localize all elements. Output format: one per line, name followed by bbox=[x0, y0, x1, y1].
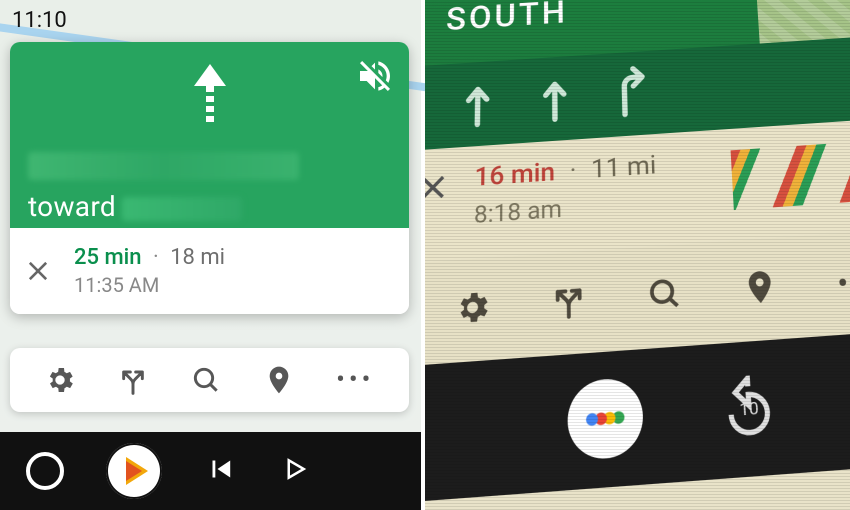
lane-straight-icon bbox=[533, 65, 577, 125]
pin-icon[interactable] bbox=[741, 267, 781, 312]
eta-arrival: 11:35 AM bbox=[74, 272, 225, 299]
pin-icon[interactable] bbox=[263, 364, 295, 396]
phone-panel: 11:10 toward 25 min · 18 mi 11:35 AM bbox=[0, 0, 425, 510]
replay-10-button[interactable]: 10 bbox=[716, 373, 782, 443]
previous-track-button[interactable] bbox=[204, 452, 238, 490]
eta-time: 25 min bbox=[74, 245, 142, 270]
car-display-panel: SOUTH 16 min · 11 mi 8:18 am bbox=[425, 0, 850, 510]
redacted-street-name bbox=[28, 152, 299, 180]
replay-seconds-label: 10 bbox=[716, 373, 782, 443]
close-icon[interactable] bbox=[24, 257, 52, 285]
gear-icon[interactable] bbox=[453, 287, 492, 332]
search-icon[interactable] bbox=[645, 274, 684, 319]
eta-text: 25 min · 18 mi 11:35 AM bbox=[74, 243, 225, 300]
eta-text: 16 min · 11 mi 8:18 am bbox=[474, 148, 658, 233]
direction-panel[interactable]: toward bbox=[10, 42, 409, 228]
lane-right-turn-icon bbox=[609, 60, 654, 120]
system-nav-bar bbox=[0, 432, 421, 510]
map-toolbar: ••• bbox=[10, 348, 409, 412]
route-fork-icon[interactable] bbox=[550, 280, 588, 325]
lane-straight-icon bbox=[455, 70, 499, 130]
close-icon[interactable] bbox=[425, 170, 450, 206]
more-icon[interactable]: ••• bbox=[336, 367, 374, 393]
play-music-icon bbox=[126, 457, 148, 485]
route-fork-icon[interactable] bbox=[117, 364, 149, 396]
play-button[interactable] bbox=[280, 454, 310, 488]
gear-icon[interactable] bbox=[44, 364, 76, 396]
status-bar-clock: 11:10 bbox=[12, 8, 67, 33]
eta-distance: 11 mi bbox=[591, 151, 657, 185]
navigation-card: toward 25 min · 18 mi 11:35 AM bbox=[10, 42, 409, 314]
traffic-indicator bbox=[731, 142, 850, 211]
straight-arrow-icon bbox=[190, 64, 230, 124]
assistant-button[interactable] bbox=[567, 377, 644, 462]
eta-bar[interactable]: 25 min · 18 mi 11:35 AM bbox=[10, 228, 409, 314]
direction-toward-label: toward bbox=[28, 190, 242, 223]
search-icon[interactable] bbox=[190, 364, 222, 396]
mute-icon[interactable] bbox=[355, 56, 395, 96]
overview-button[interactable] bbox=[26, 452, 64, 490]
eta-distance: 18 mi bbox=[170, 245, 225, 270]
assistant-icon bbox=[581, 392, 629, 445]
eta-time: 16 min bbox=[474, 157, 555, 192]
more-icon[interactable]: ••• bbox=[836, 264, 850, 301]
music-app-button[interactable] bbox=[106, 443, 162, 499]
redacted-destination bbox=[122, 197, 242, 221]
